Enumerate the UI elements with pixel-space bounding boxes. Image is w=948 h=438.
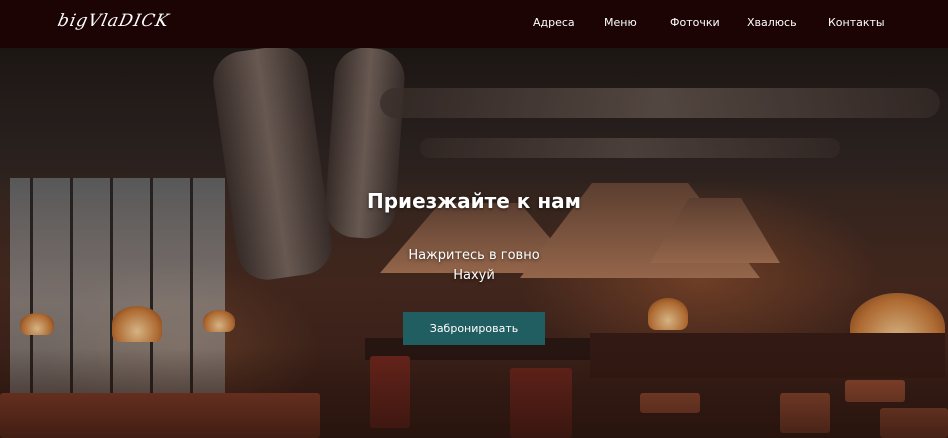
nav-item-contacts[interactable]: Контакты xyxy=(828,16,885,29)
site-header: bigVlaDICK Адреса Меню Фоточки Хвалюсь К… xyxy=(0,0,948,48)
hero-background-photo xyxy=(0,48,948,438)
book-button[interactable]: Забронировать xyxy=(403,312,545,345)
hero-subtitle: Нажритесь в говно Нахуй xyxy=(0,246,948,286)
nav-item-addresses[interactable]: Адреса xyxy=(533,16,575,29)
hero-section: Приезжайте к нам Нажритесь в говно Нахуй… xyxy=(0,48,948,438)
nav-item-boasting[interactable]: Хвалюсь xyxy=(747,16,797,29)
main-nav: Адреса Меню Фоточки Хвалюсь Контакты xyxy=(0,16,948,32)
nav-item-photos[interactable]: Фоточки xyxy=(670,16,720,29)
hero-subtitle-line-2: Нахуй xyxy=(453,268,495,283)
nav-item-menu[interactable]: Меню xyxy=(604,16,637,29)
hero-subtitle-line-1: Нажритесь в говно xyxy=(408,248,540,263)
hero-title: Приезжайте к нам xyxy=(367,189,581,213)
